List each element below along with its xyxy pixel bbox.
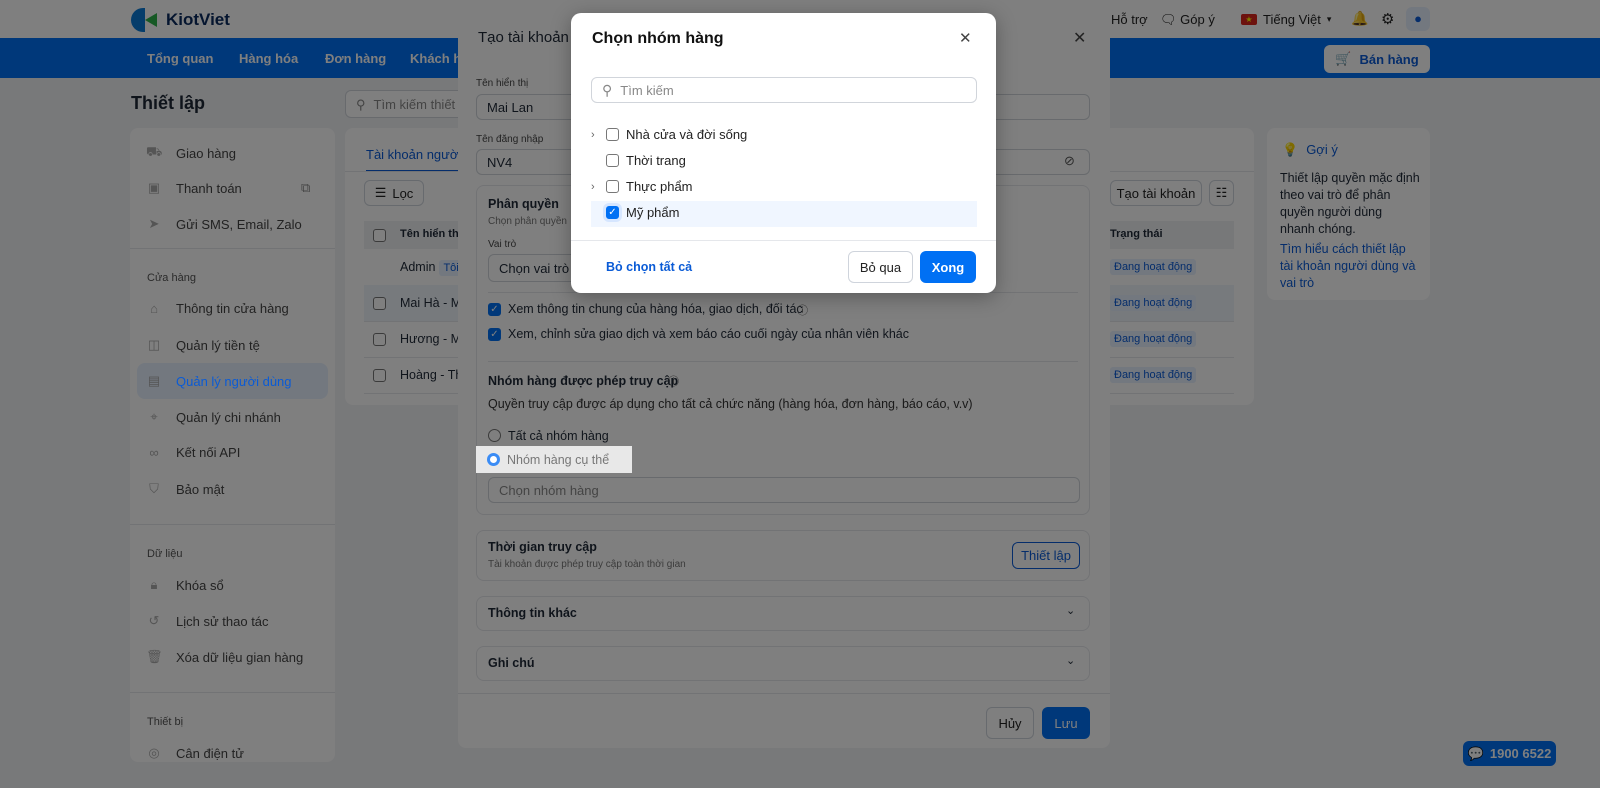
sidebar-item-label: Giao hàng	[176, 145, 236, 161]
group-checkbox[interactable]: ✓	[606, 206, 619, 219]
history-icon: ↺	[148, 613, 160, 628]
group-option-label: Mỹ phẩm	[626, 205, 680, 220]
sidebar-item-label: Cân điện tử	[176, 745, 244, 761]
sidebar-item-label: Thanh toán	[176, 180, 242, 196]
group-search-input[interactable]: ⚲ Tìm kiếm	[591, 77, 977, 103]
group-option[interactable]: ✓ Mỹ phẩm	[591, 205, 679, 220]
trash-icon: 🗑︎	[146, 649, 163, 664]
sidebar-item[interactable]: 🔒︎ Khóa sổ	[146, 577, 224, 593]
select-group-modal: Chọn nhóm hàng ✕ ⚲ Tìm kiếm › Nhà cửa và đ…	[571, 13, 996, 293]
sidebar-item[interactable]: 🗑︎ Xóa dữ liệu gian hàng	[146, 649, 303, 665]
group-checkbox[interactable]	[606, 128, 619, 141]
sidebar-item-label: Gửi SMS, Email, Zalo	[176, 216, 302, 232]
deselect-all-link[interactable]: Bỏ chọn tất cả	[606, 260, 692, 274]
shield-icon: ⛉	[149, 481, 159, 496]
sidebar-item[interactable]: ▣ Thanh toán	[146, 180, 242, 196]
group-search-placeholder: Tìm kiếm	[620, 82, 674, 98]
sidebar-item[interactable]: ▤ Quản lý người dùng	[146, 373, 292, 389]
sidebar-item[interactable]: ↺ Lịch sử thao tác	[146, 613, 269, 629]
sidebar-item[interactable]: ◫ Quản lý tiền tệ	[146, 337, 260, 353]
radio-specific-groups-label: Nhóm hàng cụ thể	[507, 452, 610, 467]
sidebar-item-label: Quản lý người dùng	[176, 373, 292, 389]
lock-icon: 🔒︎	[150, 577, 158, 592]
chevron-right-icon[interactable]: ›	[591, 181, 599, 193]
location-icon: ⌖	[150, 409, 158, 424]
sidebar-item-label: Kết nối API	[176, 445, 241, 460]
sidebar-item-label: Quản lý tiền tệ	[176, 337, 260, 353]
skip-button[interactable]: Bỏ qua	[848, 251, 913, 283]
money-icon: ◫	[147, 337, 161, 352]
store-icon: ⌂	[150, 301, 158, 316]
group-modal-close-icon[interactable]: ✕	[959, 29, 972, 47]
group-option-label: Nhà cửa và đời sống	[626, 127, 748, 142]
sidebar-item[interactable]: ⌖ Quản lý chi nhánh	[146, 409, 281, 425]
sidebar-item-label: Quản lý chi nhánh	[176, 409, 281, 425]
group-option-label: Thời trang	[626, 153, 686, 168]
done-button[interactable]: Xong	[920, 251, 976, 283]
sidebar-item-label: Khóa sổ	[176, 577, 224, 593]
send-icon: ➤	[148, 216, 160, 231]
sidebar-item-label: Thông tin cửa hàng	[176, 301, 289, 316]
truck-icon: ⛟	[146, 144, 163, 159]
group-checkbox[interactable]	[606, 180, 619, 193]
sidebar-item[interactable]: ◎ Cân điện tử	[146, 745, 244, 761]
sidebar-item[interactable]: ⌂ Thông tin cửa hàng	[146, 301, 289, 316]
sidebar-item[interactable]: ➤ Gửi SMS, Email, Zalo	[146, 216, 302, 232]
payment-icon: ▣	[147, 180, 161, 195]
radio-specific-groups[interactable]: Nhóm hàng cụ thể	[476, 446, 632, 473]
sidebar-item[interactable]: ⛟ Giao hàng	[146, 144, 236, 162]
sidebar-item[interactable]: ∞ Kết nối API	[146, 445, 240, 460]
radio-selected-icon	[487, 453, 500, 466]
search-icon: ⚲	[602, 81, 613, 98]
sidebar-item-label: Lịch sử thao tác	[176, 613, 269, 629]
sidebar-item-label: Bảo mật	[176, 481, 225, 497]
link-icon: ∞	[149, 445, 159, 460]
group-option[interactable]: Thời trang	[591, 153, 686, 168]
scale-icon: ◎	[148, 745, 160, 760]
group-checkbox[interactable]	[606, 154, 619, 167]
group-modal-footer-divider	[571, 240, 996, 241]
sidebar-item-label: Xóa dữ liệu gian hàng	[176, 649, 304, 665]
group-option-label: Thực phẩm	[626, 179, 693, 194]
sidebar-item[interactable]: ⛉ Bảo mật	[146, 481, 224, 497]
group-modal-title: Chọn nhóm hàng	[592, 30, 724, 47]
group-option[interactable]: › Thực phẩm	[591, 179, 693, 194]
user-card-icon: ▤	[147, 373, 161, 388]
chevron-right-icon[interactable]: ›	[591, 129, 599, 141]
group-option[interactable]: › Nhà cửa và đời sống	[591, 127, 747, 142]
